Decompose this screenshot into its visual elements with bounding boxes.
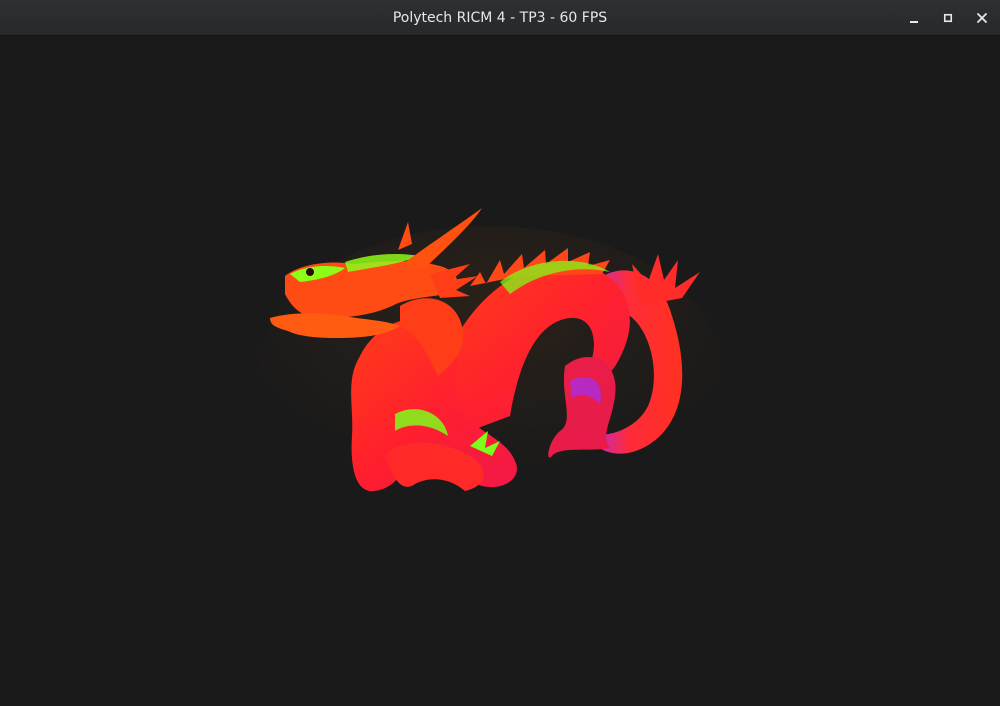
app-window: Polytech RICM 4 - TP3 - 60 FPS	[0, 0, 1000, 706]
render-viewport[interactable]	[0, 36, 1000, 706]
minimize-button[interactable]	[902, 6, 926, 30]
maximize-button[interactable]	[936, 6, 960, 30]
maximize-icon	[943, 13, 953, 23]
window-title: Polytech RICM 4 - TP3 - 60 FPS	[392, 10, 608, 26]
minimize-icon	[910, 21, 918, 23]
dragon-render	[260, 208, 720, 506]
close-icon	[977, 13, 987, 23]
close-button[interactable]	[970, 6, 994, 30]
dragon-eye	[306, 268, 314, 276]
glow	[260, 226, 720, 506]
title-bar[interactable]: Polytech RICM 4 - TP3 - 60 FPS	[0, 0, 1000, 36]
